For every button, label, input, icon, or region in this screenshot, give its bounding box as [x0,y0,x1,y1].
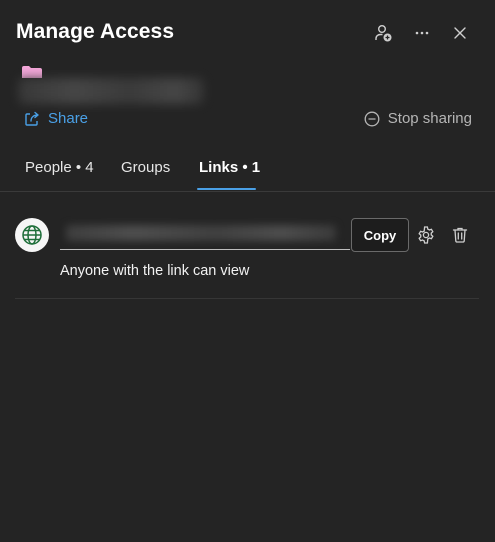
share-label: Share [48,110,89,127]
globe-icon [22,225,42,245]
link-url-input[interactable] [60,216,350,249]
tabs-divider [0,191,495,192]
stop-sharing-button[interactable]: Stop sharing [364,110,472,127]
link-url-field[interactable] [60,216,350,250]
manage-access-panel: Manage Access Share Stop sharing People … [0,0,495,542]
more-options-button[interactable] [409,20,435,46]
panel-title: Manage Access [16,20,175,43]
tab-bar: People • 4 Groups Links • 1 [0,156,495,192]
link-settings-button[interactable] [414,223,438,247]
tab-links[interactable]: Links • 1 [199,159,260,176]
tab-groups[interactable]: Groups [121,159,170,176]
item-name-redacted [18,78,204,104]
link-type-badge [15,218,49,252]
delete-link-button[interactable] [448,223,472,247]
share-button[interactable]: Share [24,110,88,127]
list-item: Copy Anyone with the link can view [0,215,495,299]
close-button[interactable] [447,20,473,46]
copy-link-button[interactable]: Copy [351,218,409,252]
folder-icon [22,66,42,78]
tab-people[interactable]: People • 4 [25,159,94,176]
person-add-icon [375,25,392,42]
add-person-button[interactable] [370,20,396,46]
gear-icon [418,226,434,244]
stop-circle-icon [364,111,380,126]
active-tab-indicator [197,188,256,190]
share-icon [25,111,39,126]
close-icon [454,27,466,39]
stop-sharing-label: Stop sharing [387,110,472,127]
link-permission-text: Anyone with the link can view [60,263,250,279]
more-options-icon [415,31,429,35]
trash-icon [452,227,468,243]
row-divider [15,298,479,299]
